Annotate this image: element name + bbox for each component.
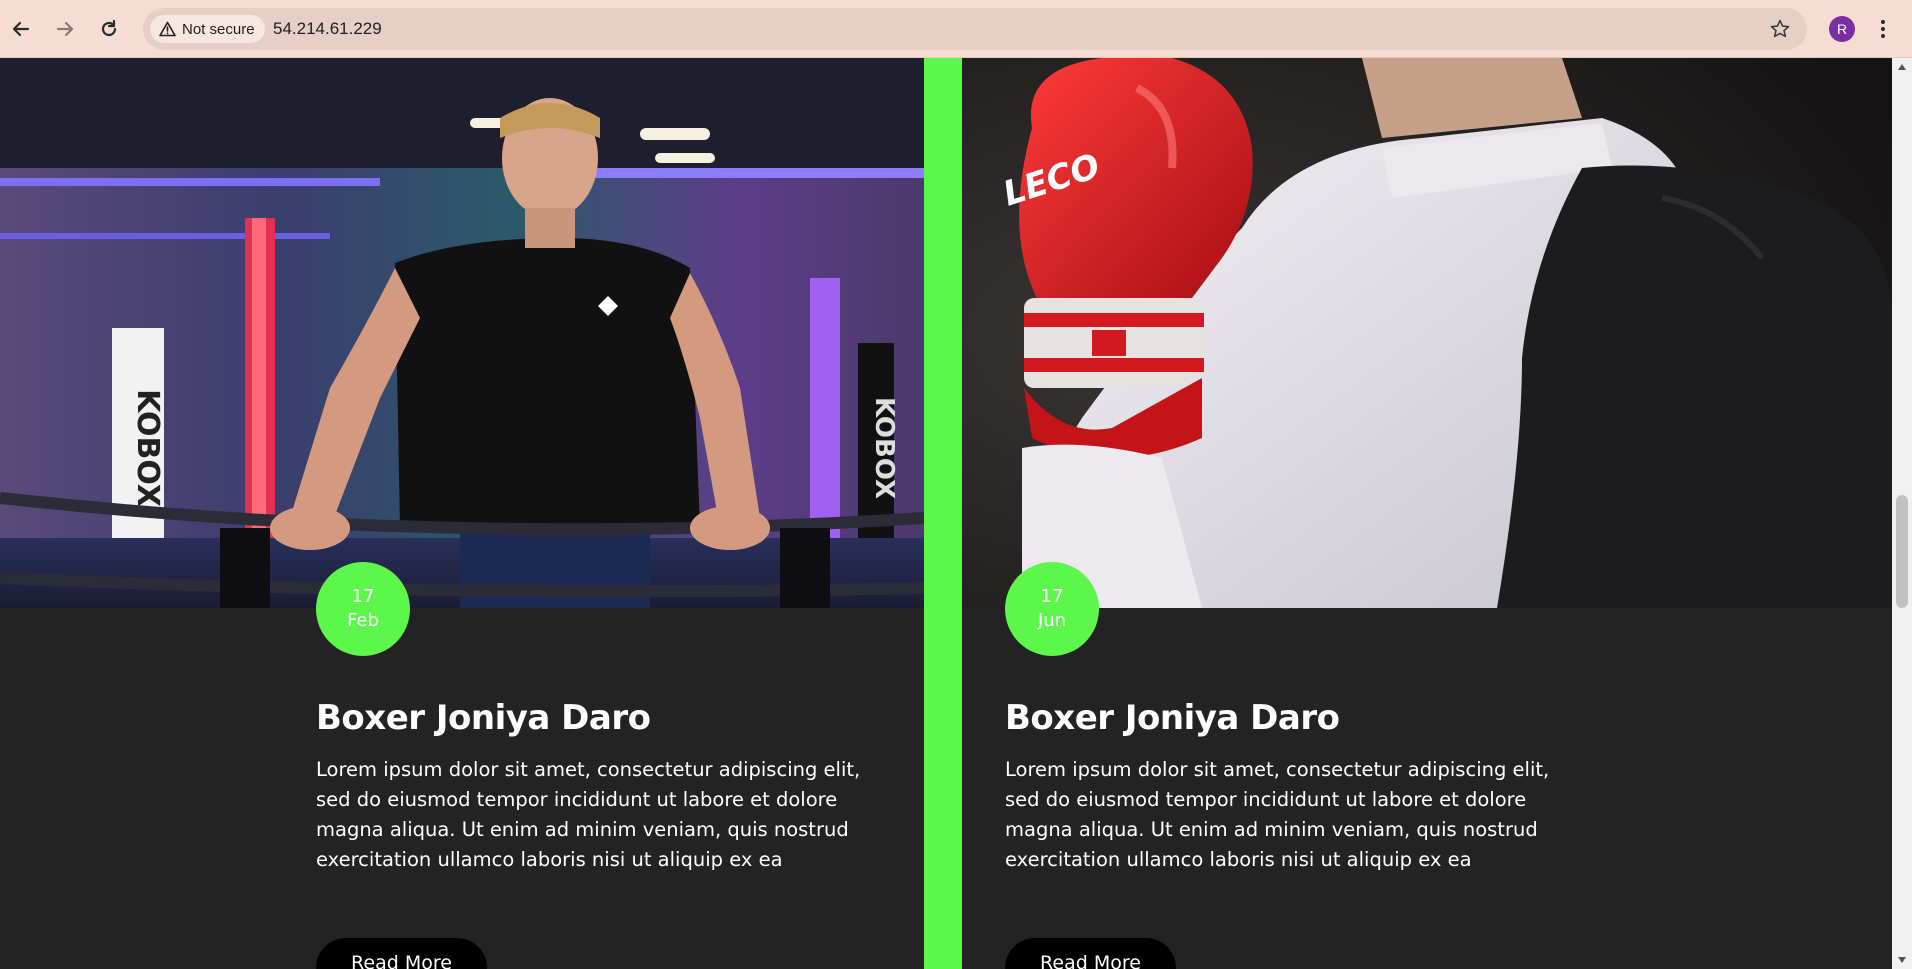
- boxing-glove-photo: LECO: [962, 58, 1892, 608]
- card-excerpt: Lorem ipsum dolor sit amet, consectetur …: [316, 758, 861, 871]
- blog-card: LECO 17 Jun Boxer Joniya Daro Lorem ipsu…: [962, 58, 1892, 969]
- vertical-dots-menu-icon[interactable]: [1873, 14, 1893, 44]
- address-bar[interactable]: Not secure 54.214.61.229: [143, 8, 1807, 50]
- scroll-up-arrow-icon[interactable]: [1898, 64, 1906, 70]
- card-title: Boxer Joniya Daro: [316, 698, 651, 738]
- read-more-button[interactable]: Read More: [1005, 938, 1176, 969]
- date-badge: 17 Feb: [316, 562, 410, 656]
- profile-avatar[interactable]: R: [1829, 16, 1855, 42]
- read-more-button[interactable]: Read More: [316, 938, 487, 969]
- scrollbar-thumb[interactable]: [1896, 495, 1908, 608]
- date-badge: 17 Jun: [1005, 562, 1099, 656]
- forward-arrow-icon[interactable]: [48, 12, 82, 46]
- browser-toolbar: Not secure 54.214.61.229 R: [0, 0, 1912, 58]
- date-day: 17: [351, 586, 375, 607]
- boxer-gym-photo: KOBOX KOBOX: [0, 58, 924, 608]
- security-chip[interactable]: Not secure: [150, 15, 265, 43]
- scroll-down-arrow-icon[interactable]: [1898, 957, 1906, 963]
- warning-triangle-icon: [158, 20, 176, 38]
- page-viewport: KOBOX KOBOX 17 Feb Boxer Joniya Daro Lor…: [0, 58, 1892, 969]
- page-scrollbar[interactable]: [1892, 58, 1912, 969]
- url-text[interactable]: 54.214.61.229: [273, 19, 382, 39]
- accent-divider: [924, 58, 962, 969]
- banner-text-right: KOBOX: [869, 397, 899, 499]
- bookmark-star-icon[interactable]: [1767, 16, 1793, 42]
- date-day: 17: [1040, 586, 1064, 607]
- banner-text: KOBOX: [130, 389, 165, 507]
- date-month: Feb: [347, 610, 379, 631]
- date-month: Jun: [1037, 610, 1067, 631]
- back-arrow-icon[interactable]: [4, 12, 38, 46]
- card-title: Boxer Joniya Daro: [1005, 698, 1340, 738]
- reload-icon[interactable]: [92, 12, 126, 46]
- blog-card: KOBOX KOBOX 17 Feb Boxer Joniya Daro Lor…: [0, 58, 924, 969]
- card-excerpt: Lorem ipsum dolor sit amet, consectetur …: [1005, 758, 1550, 871]
- security-label: Not secure: [182, 20, 255, 38]
